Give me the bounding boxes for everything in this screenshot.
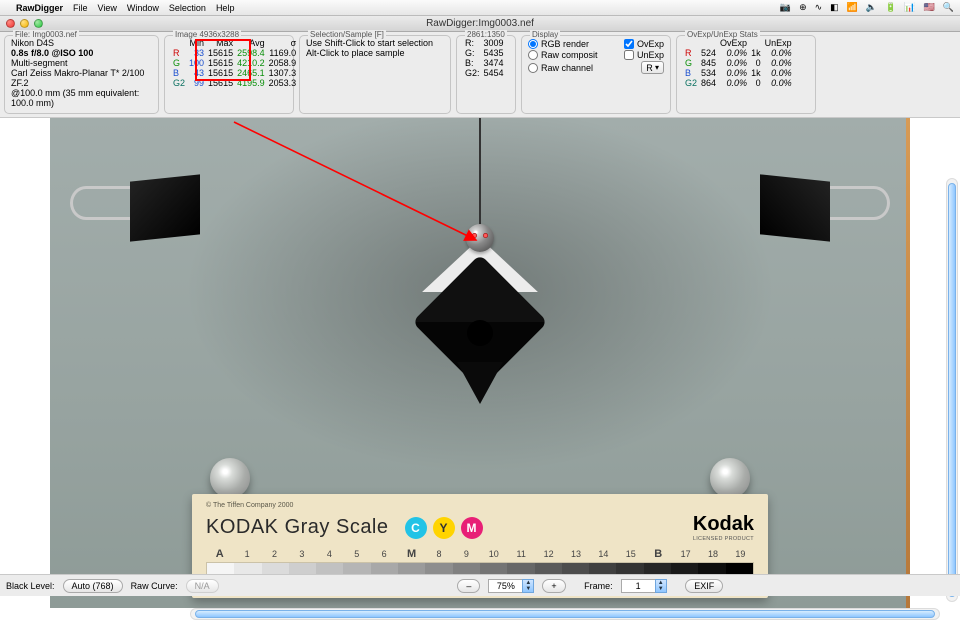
menu-help[interactable]: Help: [216, 3, 235, 13]
magenta-dot-icon: M: [461, 517, 483, 539]
file-info-panel: File: Img0003.nef Nikon D4S 0.8s f/8.0 @…: [4, 35, 159, 114]
ov-un-stats-title: OvExp/UnExp Stats: [685, 30, 760, 39]
raw-composite-label: Raw composit: [541, 50, 598, 60]
chrome-ball: [466, 224, 494, 252]
menuextra-icon[interactable]: ◧: [830, 2, 839, 13]
ov-un-stats-panel: OvExp/UnExp Stats OvExpUnExpR5240.0%1k0.…: [676, 35, 816, 114]
raw-channel-label: Raw channel: [541, 63, 593, 73]
lens-name: Carl Zeiss Makro-Planar T* 2/100 ZF.2: [11, 68, 152, 88]
cursor-coords: 2861:1350: [465, 30, 507, 39]
mac-menubar: RawDigger File View Window Selection Hel…: [0, 0, 960, 16]
zoom-stepper[interactable]: 75% ▲▼: [488, 579, 534, 593]
frame-stepper[interactable]: 1 ▲▼: [621, 579, 667, 593]
minimize-window-button[interactable]: [20, 19, 29, 28]
window-title: RawDigger:Img0003.nef: [426, 18, 534, 29]
menuextra-icon[interactable]: 🔋: [885, 2, 896, 13]
info-panel-row: File: Img0003.nef Nikon D4S 0.8s f/8.0 @…: [0, 32, 960, 118]
menuextra-icon[interactable]: 📊: [904, 2, 915, 13]
camera-model: Nikon D4S: [11, 38, 152, 48]
kodak-sub: LICENSED PRODUCT: [693, 536, 754, 542]
rgb-render-radio[interactable]: [528, 39, 538, 49]
selection-panel: Selection/Sample [F] Use Shift-Click to …: [299, 35, 451, 114]
menu-view[interactable]: View: [98, 3, 117, 13]
zoom-plus-button[interactable]: +: [542, 579, 565, 593]
menu-window[interactable]: Window: [127, 3, 159, 13]
menuextra-icon[interactable]: ∿: [815, 2, 823, 13]
menuextra-icon[interactable]: 🔈: [866, 2, 877, 13]
raw-channel-radio[interactable]: [528, 63, 538, 73]
frame-value[interactable]: 1: [621, 579, 655, 593]
binder-clip-icon: [760, 168, 890, 258]
menubar-right: 📷 ⊕ ∿ ◧ 📶 🔈 🔋 📊 🇺🇸 🔍: [780, 2, 954, 13]
cyan-dot-icon: C: [405, 517, 427, 539]
knob-icon: [210, 458, 250, 498]
ovexp-label: OvExp: [637, 39, 664, 49]
image-stats-title: Image 4936x3288: [173, 30, 241, 39]
metering-mode: Multi-segment: [11, 58, 152, 68]
raw-image-display[interactable]: © The Tiffen Company 2000 KODAK Gray Sca…: [50, 118, 910, 608]
menuextra-icon[interactable]: 📷: [780, 2, 791, 13]
horizontal-scrollbar[interactable]: [190, 608, 940, 620]
close-window-button[interactable]: [6, 19, 15, 28]
menuextra-icon[interactable]: ⊕: [799, 2, 807, 13]
menu-selection[interactable]: Selection: [169, 3, 206, 13]
selection-hint-1: Use Shift-Click to start selection: [306, 38, 444, 48]
raw-curve-button[interactable]: N/A: [186, 579, 219, 593]
menuextra-icon[interactable]: 📶: [847, 2, 858, 13]
selection-panel-title: Selection/Sample [F]: [308, 30, 386, 39]
cursor-values-panel: 2861:1350 R:3009G:5435B:3474G2:5454: [456, 35, 516, 114]
bottom-toolbar: Black Level: Auto (768) Raw Curve: N/A –…: [0, 574, 960, 596]
menuextra-icon[interactable]: 🇺🇸: [924, 2, 935, 13]
knob-icon: [710, 458, 750, 498]
unexp-checkbox[interactable]: [624, 50, 634, 60]
image-viewport[interactable]: © The Tiffen Company 2000 KODAK Gray Sca…: [0, 118, 960, 622]
vertical-scrollbar[interactable]: [946, 178, 958, 602]
zoom-window-button[interactable]: [34, 19, 43, 28]
raw-channel-select[interactable]: R ▾: [641, 61, 664, 74]
black-level-button[interactable]: Auto (768): [63, 579, 123, 593]
exif-button[interactable]: EXIF: [685, 579, 723, 593]
raw-composite-radio[interactable]: [528, 50, 538, 60]
unexp-label: UnExp: [637, 50, 664, 60]
ovexp-checkbox[interactable]: [624, 39, 634, 49]
kodak-logo: Kodak: [693, 513, 754, 536]
file-info-title: File: Img0003.nef: [13, 30, 79, 39]
raw-curve-label: Raw Curve:: [131, 581, 178, 591]
zoom-value[interactable]: 75%: [488, 579, 522, 593]
spotlight-icon[interactable]: 🔍: [943, 2, 954, 13]
black-level-label: Black Level:: [6, 581, 55, 591]
yellow-dot-icon: Y: [433, 517, 455, 539]
copyright-text: © The Tiffen Company 2000: [206, 502, 754, 509]
zoom-minus-button[interactable]: –: [457, 579, 480, 593]
rgb-render-label: RGB render: [541, 39, 589, 49]
menu-file[interactable]: File: [73, 3, 88, 13]
binder-clip-icon: [70, 168, 200, 258]
card-title: KODAK Gray Scale: [206, 516, 389, 539]
display-panel: Display RGB render OvExp Raw composit Un…: [521, 35, 671, 114]
image-stats-panel: Image 4936x3288 MinMaxAvgσR33156152598.4…: [164, 35, 294, 114]
focal-length: @100.0 mm (35 mm equivalent: 100.0 mm): [11, 88, 152, 108]
selection-hint-2: Alt-Click to place sample: [306, 48, 444, 58]
frame-label: Frame:: [584, 581, 613, 591]
display-panel-title: Display: [530, 30, 560, 39]
app-menu[interactable]: RawDigger: [16, 3, 63, 13]
exposure-line: 0.8s f/8.0 @ISO 100: [11, 48, 93, 58]
